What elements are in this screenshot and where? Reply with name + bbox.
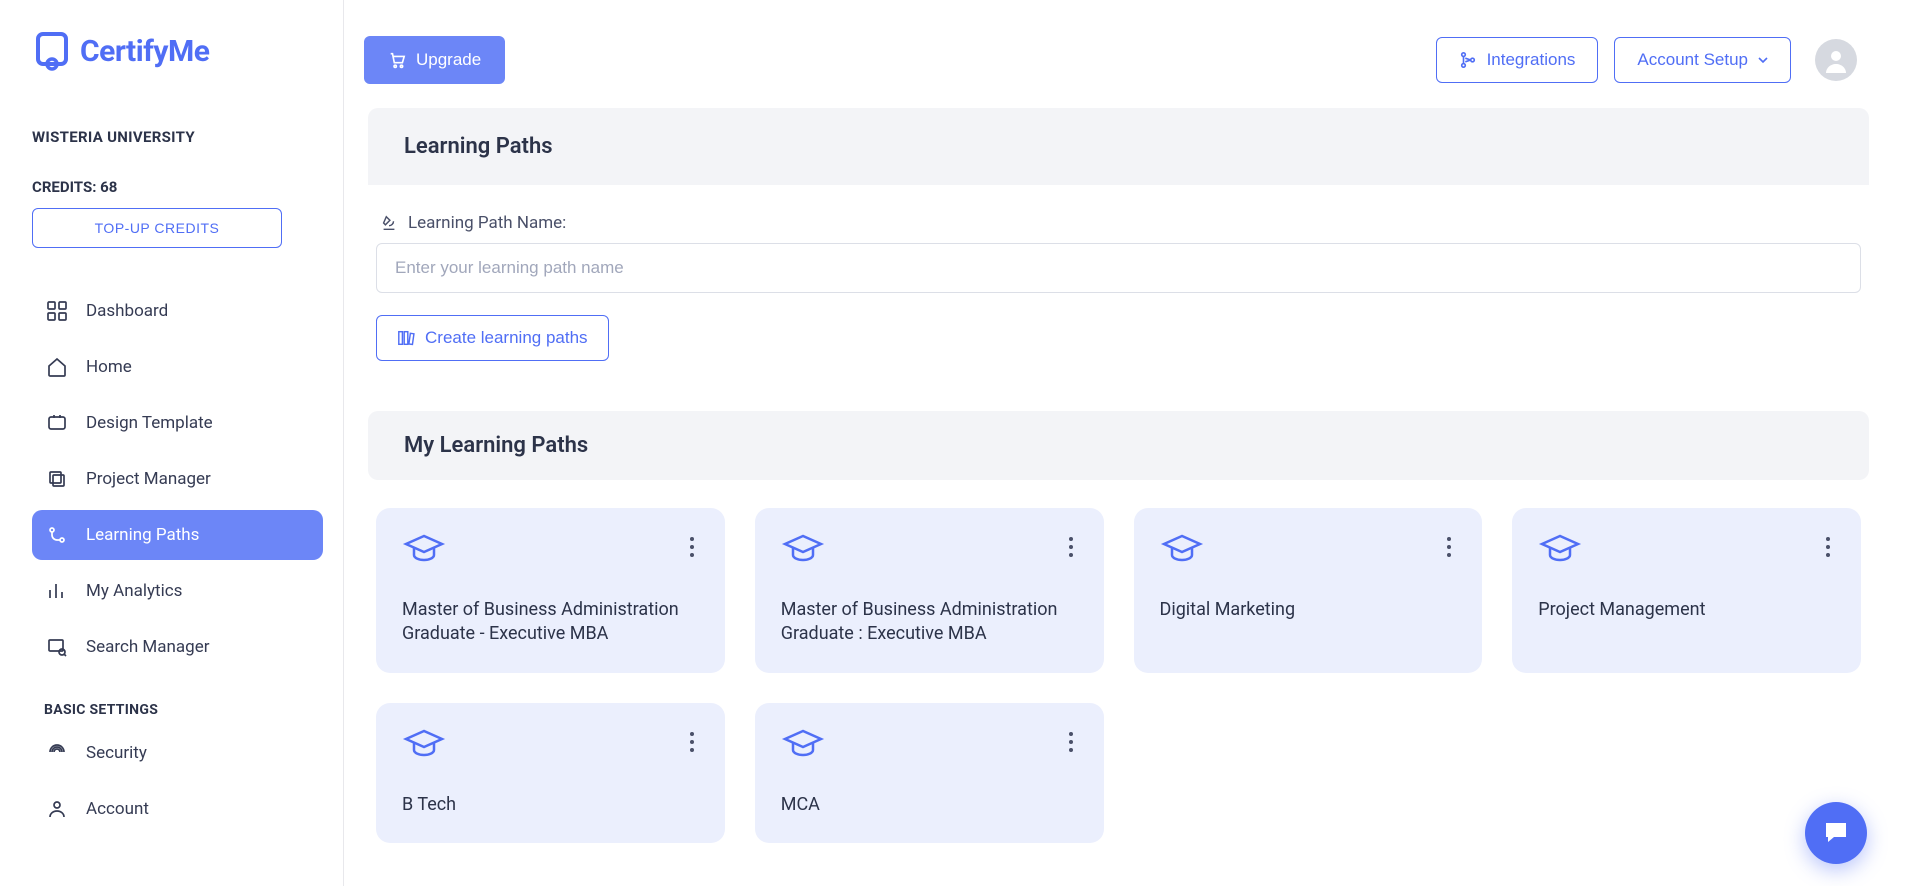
create-button-label: Create learning paths — [425, 328, 588, 348]
sidebar-item-label: Search Manager — [86, 637, 209, 657]
card-menu-icon[interactable] — [1064, 532, 1078, 562]
account-icon — [46, 798, 68, 820]
topbar: Upgrade Integrations Account Setup — [344, 0, 1905, 108]
account-setup-dropdown[interactable]: Account Setup — [1614, 37, 1791, 83]
create-learning-path-form: Learning Path Name: Create learning path… — [368, 185, 1869, 391]
learning-path-name-input[interactable] — [376, 243, 1861, 293]
sidebar-item-learning-paths[interactable]: Learning Paths — [32, 510, 323, 560]
graduation-cap-icon — [1160, 532, 1204, 568]
sidebar-item-label: Project Manager — [86, 469, 211, 489]
sidebar-item-label: Security — [86, 743, 147, 763]
search-manager-icon — [46, 636, 68, 658]
sidebar-item-search-manager[interactable]: Search Manager — [32, 622, 323, 672]
sidebar-item-dashboard[interactable]: Dashboard — [32, 286, 323, 336]
basic-settings-heading: BASIC SETTINGS — [44, 702, 323, 718]
books-icon — [397, 329, 415, 347]
sidebar-item-label: My Analytics — [86, 581, 182, 601]
project-manager-icon — [46, 468, 68, 490]
card-title: B Tech — [402, 793, 699, 817]
sidebar-item-my-analytics[interactable]: My Analytics — [32, 566, 323, 616]
card-title: Project Management — [1538, 598, 1835, 622]
upgrade-label: Upgrade — [416, 50, 481, 70]
home-icon — [46, 356, 68, 378]
card-menu-icon[interactable] — [685, 727, 699, 757]
card-menu-icon[interactable] — [1442, 532, 1456, 562]
sidebar-item-account[interactable]: Account — [32, 784, 323, 834]
card-title: Digital Marketing — [1160, 598, 1457, 622]
integrations-label: Integrations — [1487, 50, 1576, 70]
learning-paths-grid: Master of Business Administration Gradua… — [368, 480, 1869, 871]
brand-icon — [32, 30, 74, 72]
dashboard-icon — [46, 300, 68, 322]
integrations-button[interactable]: Integrations — [1436, 37, 1599, 83]
learning-path-card[interactable]: Project Management — [1512, 508, 1861, 673]
brand-logo[interactable]: CertifyMe — [32, 30, 323, 72]
card-menu-icon[interactable] — [1821, 532, 1835, 562]
sidebar-item-security[interactable]: Security — [32, 728, 323, 778]
learning-paths-icon — [46, 524, 68, 546]
card-menu-icon[interactable] — [685, 532, 699, 562]
graduation-cap-icon — [781, 727, 825, 763]
learning-path-card[interactable]: Master of Business Administration Gradua… — [376, 508, 725, 673]
settings-nav: Security Account — [32, 728, 323, 834]
learning-path-card[interactable]: Master of Business Administration Gradua… — [755, 508, 1104, 673]
card-title: MCA — [781, 793, 1078, 817]
card-title: Master of Business Administration Gradua… — [402, 598, 699, 647]
sidebar-item-label: Learning Paths — [86, 525, 199, 545]
chevron-down-icon — [1758, 55, 1768, 65]
integrations-icon — [1459, 51, 1477, 69]
field-label-row: Learning Path Name: — [380, 213, 1861, 233]
analytics-icon — [46, 580, 68, 602]
chat-fab[interactable] — [1805, 802, 1867, 864]
panel-title: Learning Paths — [404, 134, 1833, 159]
upgrade-button[interactable]: Upgrade — [364, 36, 505, 84]
card-menu-icon[interactable] — [1064, 727, 1078, 757]
graduation-cap-icon — [402, 532, 446, 568]
cart-icon — [388, 51, 406, 69]
sidebar-item-design-template[interactable]: Design Template — [32, 398, 323, 448]
learning-path-card[interactable]: Digital Marketing — [1134, 508, 1483, 673]
sidebar-item-label: Home — [86, 357, 132, 377]
graduation-cap-icon — [402, 727, 446, 763]
learning-path-name-label: Learning Path Name: — [408, 213, 566, 233]
learning-paths-panel-header: Learning Paths — [368, 108, 1869, 185]
design-template-icon — [46, 412, 68, 434]
sidebar-item-label: Design Template — [86, 413, 213, 433]
main-nav: Dashboard Home Design Template Project M… — [32, 286, 323, 672]
organization-name: WISTERIA UNIVERSITY — [32, 128, 323, 146]
my-learning-paths-title: My Learning Paths — [404, 433, 1833, 458]
sidebar: CertifyMe WISTERIA UNIVERSITY CREDITS: 6… — [0, 0, 344, 886]
security-icon — [46, 742, 68, 764]
brand-name: CertifyMe — [80, 34, 209, 69]
sidebar-item-label: Dashboard — [86, 301, 168, 321]
card-title: Master of Business Administration Gradua… — [781, 598, 1078, 647]
graduation-cap-icon — [1538, 532, 1582, 568]
create-learning-paths-button[interactable]: Create learning paths — [376, 315, 609, 361]
microscope-icon — [380, 214, 398, 232]
sidebar-item-project-manager[interactable]: Project Manager — [32, 454, 323, 504]
topup-credits-button[interactable]: TOP-UP CREDITS — [32, 208, 282, 248]
credits-label: CREDITS: 68 — [32, 178, 323, 196]
user-avatar[interactable] — [1815, 39, 1857, 81]
account-setup-label: Account Setup — [1637, 50, 1748, 70]
graduation-cap-icon — [781, 532, 825, 568]
sidebar-item-home[interactable]: Home — [32, 342, 323, 392]
learning-path-card[interactable]: MCA — [755, 703, 1104, 843]
sidebar-item-label: Account — [86, 799, 149, 819]
learning-path-card[interactable]: B Tech — [376, 703, 725, 843]
my-learning-paths-header: My Learning Paths — [368, 411, 1869, 480]
